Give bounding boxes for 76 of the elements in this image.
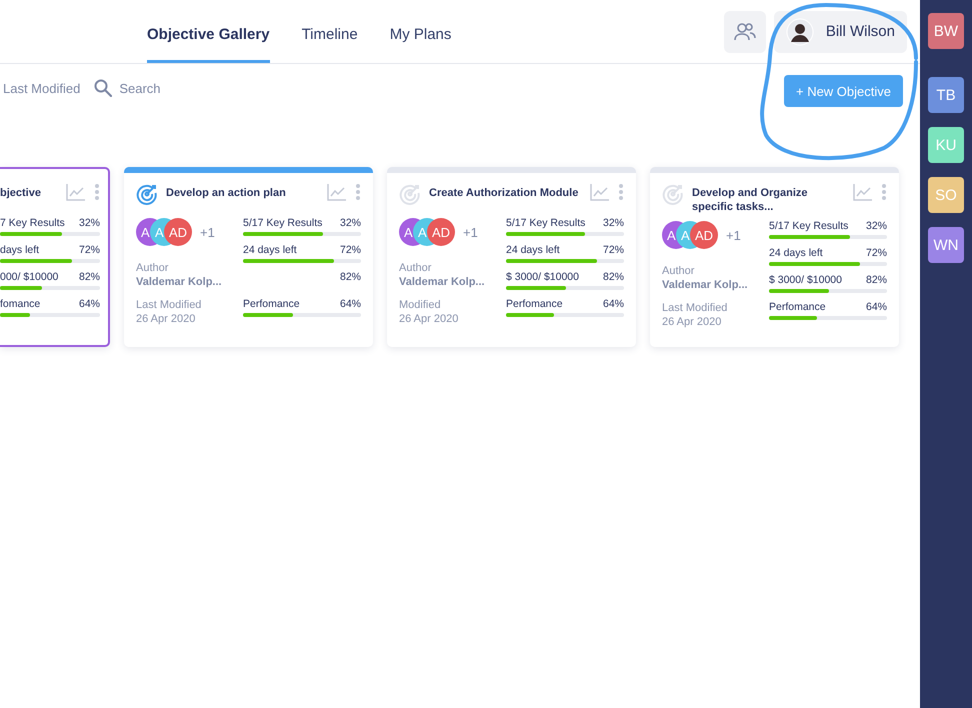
search-icon[interactable] [94, 79, 112, 97]
author-name: Valdemar Kolp... [399, 275, 486, 289]
avatar-count: +1 [463, 224, 478, 240]
metric-label: 24 days left [769, 247, 823, 259]
card-title: Create Authorization Module [429, 186, 580, 200]
tab[interactable]: Objective Gallery [147, 0, 270, 63]
metric-label: days left [0, 244, 40, 256]
author-label: Author [399, 261, 432, 275]
avatar-icon [786, 18, 814, 46]
avatar: AD [427, 218, 455, 246]
metric-percent: 64% [602, 298, 624, 310]
metric-percent: 82% [602, 271, 624, 283]
metric-percent: 82% [78, 271, 100, 283]
objective-card[interactable]: Develop an action plan A A AD +1 Author Valdemar Kolp... Last Modified 26 Apr 2020 5/17 Key Results 32% 24 days left 72% 82% Perfomance 64% [124, 167, 373, 347]
modified-label: Last Modified [662, 301, 728, 315]
metric-percent: 82% [866, 274, 887, 286]
metric-percent: 72% [602, 244, 624, 256]
metric-label: 000/ $10000 [0, 271, 58, 283]
target-icon [399, 183, 421, 205]
avatar-count: +1 [726, 228, 741, 242]
more-icon[interactable] [881, 183, 887, 201]
metric-label: 5/17 Key Results [769, 220, 848, 232]
metric-label: Perfomance [506, 298, 563, 310]
metric-percent: 64% [866, 301, 887, 313]
metric-percent: 72% [78, 244, 100, 256]
card-title: Develop an action plan [166, 186, 287, 200]
metric-percent: 72% [340, 244, 361, 256]
metric-label: 5/17 Key Results [506, 217, 586, 229]
metric-percent: 32% [340, 217, 361, 229]
chart-icon[interactable] [853, 183, 873, 201]
target-icon [136, 183, 158, 205]
metric-label: 7 Key Results [0, 217, 65, 229]
author-name: Valdemar Kolp... [662, 278, 749, 292]
metric-percent: 72% [866, 247, 887, 259]
chart-icon[interactable] [327, 183, 347, 201]
metric-label: $ 3000/ $10000 [506, 271, 579, 283]
objective-card[interactable]: Develop and Organize specific tasks... A A AD +1 Author Valdemar Kolp... Last Modified 26 Apr 2020 5/17 Key Results 32% 24 days left 72% $ 3000/ $10000 82% Perfomance 64% [650, 167, 899, 347]
metric-label: 5/17 Key Results [243, 217, 322, 229]
metric-percent: 32% [78, 217, 100, 229]
target-icon [662, 183, 684, 205]
metric-percent: 32% [866, 220, 887, 232]
people-icon [734, 22, 756, 42]
metric-label: fomance [0, 298, 40, 310]
modified-date: 26 Apr 2020 [662, 315, 722, 329]
more-icon[interactable] [618, 183, 624, 201]
metric-label: Perfomance [243, 298, 300, 310]
metric-label: $ 3000/ $10000 [769, 274, 842, 286]
tab[interactable]: My Plans [390, 0, 452, 63]
card-title: bjective [0, 186, 42, 200]
modified-date: 26 Apr 2020 [399, 312, 460, 326]
chart-icon[interactable] [590, 183, 610, 201]
team-button[interactable] [724, 10, 766, 52]
author-name: Valdemar Kolp... [136, 275, 223, 289]
more-icon[interactable] [355, 183, 361, 201]
metric-label: 24 days left [506, 244, 560, 256]
modified-label: Modified [399, 298, 442, 312]
metric-percent: 82% [340, 271, 361, 283]
author-label: Author [662, 264, 696, 278]
metric-label: 24 days left [243, 244, 297, 256]
objective-card[interactable]: bjective 7 Key Results 32% days left 72% 000/ $10000 82% fomance 64% [0, 167, 110, 347]
tab[interactable]: Timeline [302, 0, 358, 63]
metric-percent: 32% [602, 217, 624, 229]
avatar-count: +1 [200, 224, 215, 240]
user-menu-button[interactable]: Bill Wilson [774, 10, 907, 52]
modified-label: Last Modified [136, 298, 202, 312]
card-title: Develop and Organize specific tasks... [692, 186, 809, 214]
modified-date: 26 Apr 2020 [136, 312, 196, 326]
avatar: AD [164, 218, 192, 246]
more-icon[interactable] [94, 183, 100, 201]
metric-percent: 64% [340, 298, 361, 310]
objective-card[interactable]: Create Authorization Module A A AD +1 Author Valdemar Kolp... Modified 26 Apr 2020 5/17 Key Results 32% 24 days left 72% $ 3000/ $10000 82% Perfomance 64% [387, 167, 636, 347]
metric-label: Perfomance [769, 301, 826, 313]
avatar: AD [690, 221, 718, 249]
metric-percent: 64% [78, 298, 100, 310]
author-label: Author [136, 261, 170, 275]
chart-icon[interactable] [66, 183, 86, 201]
